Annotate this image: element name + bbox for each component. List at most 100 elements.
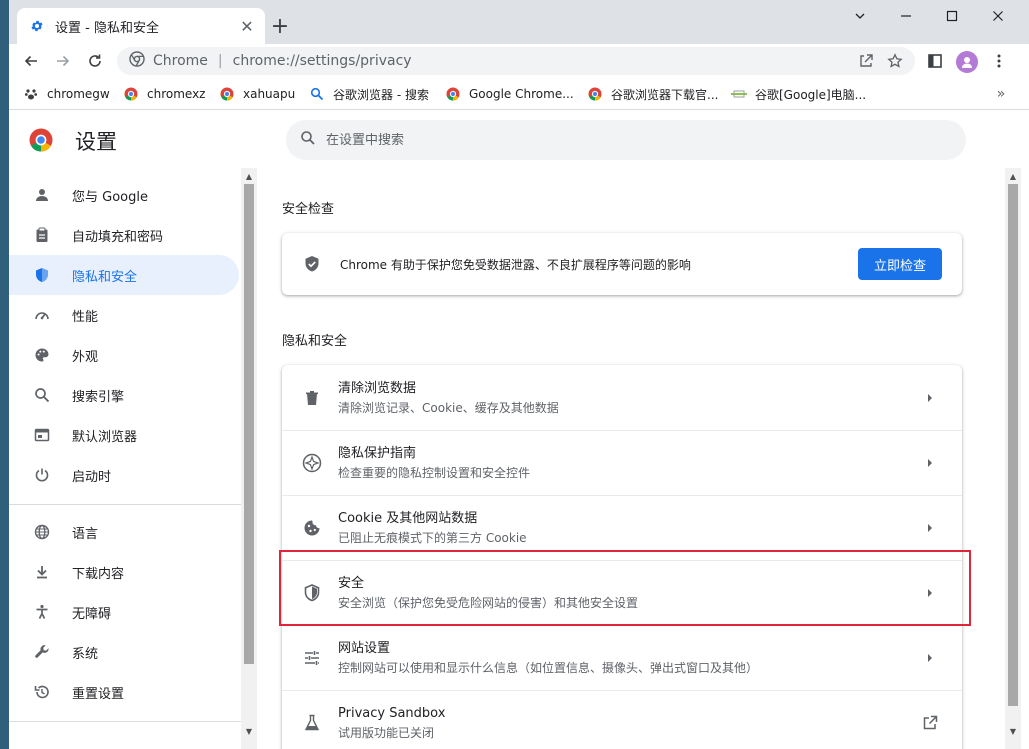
- sidebar-item-label: 您与 Google: [72, 189, 148, 205]
- address-bar[interactable]: Chrome | chrome://settings/privacy: [117, 47, 915, 75]
- settings-search[interactable]: [286, 120, 966, 160]
- search-input[interactable]: [326, 132, 926, 148]
- chevron-right-icon: [918, 646, 942, 670]
- sidebar-item-label: 系统: [72, 646, 99, 662]
- privacy-card: 清除浏览数据 清除浏览记录、Cookie、缓存及其他数据 隐私保护指南 检查重要…: [282, 365, 962, 749]
- reload-icon[interactable]: [81, 47, 109, 75]
- page-title: 设置: [75, 130, 117, 154]
- url-text: chrome://settings/privacy: [232, 53, 412, 69]
- bookmark-google-pc[interactable]: 谷歌[Google]电脑...: [731, 84, 866, 104]
- more-menu-icon[interactable]: [985, 47, 1013, 75]
- power-icon: [33, 466, 51, 484]
- main-scroll-thumb[interactable]: [1008, 184, 1018, 706]
- chevron-down-icon[interactable]: [837, 0, 883, 32]
- sidebar-item-reset[interactable]: 重置设置: [9, 672, 239, 712]
- sidebar-item-you-and-google[interactable]: 您与 Google: [9, 175, 239, 215]
- sidebar-item-languages[interactable]: 语言: [9, 512, 239, 552]
- row-subtitle: 已阻止无痕模式下的第三方 Cookie: [338, 531, 527, 545]
- sidebar-divider: [9, 504, 241, 505]
- row-privacy-sandbox[interactable]: Privacy Sandbox 试用版功能已关闭: [282, 690, 962, 749]
- scroll-up-icon[interactable]: ▲: [245, 172, 253, 181]
- bookmark-chromexz[interactable]: chromexz: [123, 84, 205, 104]
- gauge-icon: [33, 306, 51, 324]
- flask-icon: [302, 713, 322, 733]
- scroll-up-icon[interactable]: ▲: [1009, 172, 1017, 181]
- back-arrow-icon[interactable]: [17, 47, 45, 75]
- sidebar-item-label: 语言: [72, 526, 99, 542]
- external-link-icon[interactable]: [918, 711, 942, 735]
- safety-check-text: Chrome 有助于保护您免受数据泄露、不良扩展程序等问题的影响: [340, 257, 691, 272]
- search-icon: [33, 386, 51, 404]
- row-title: 清除浏览数据: [338, 380, 417, 396]
- sidebar-item-performance[interactable]: 性能: [9, 295, 239, 335]
- bookmark-download[interactable]: 谷歌浏览器下载官...: [587, 84, 718, 104]
- toolbar: Chrome | chrome://settings/privacy: [9, 44, 1029, 78]
- chevron-right-icon: [918, 516, 942, 540]
- row-clear-browsing-data[interactable]: 清除浏览数据 清除浏览记录、Cookie、缓存及其他数据: [282, 365, 962, 430]
- clipboard-icon: [33, 226, 51, 244]
- forward-arrow-icon[interactable]: [49, 47, 77, 75]
- sidebar-item-downloads[interactable]: 下载内容: [9, 552, 239, 592]
- row-security[interactable]: 安全 安全浏览（保护您免受危险网站的侵害）和其他安全设置: [282, 560, 962, 625]
- close-icon[interactable]: ✕: [235, 14, 259, 38]
- maximize-icon[interactable]: [929, 0, 975, 32]
- sidebar-item-system[interactable]: 系统: [9, 632, 239, 672]
- row-subtitle: 试用版功能已关闭: [338, 726, 435, 740]
- sidebar-item-on-startup[interactable]: 启动时: [9, 455, 239, 495]
- new-tab-button[interactable]: +: [267, 13, 293, 39]
- bar-icon: [731, 86, 747, 102]
- avatar[interactable]: [956, 51, 978, 73]
- privacy-section-title: 隐私和安全: [282, 334, 348, 349]
- scroll-down-icon[interactable]: ▼: [245, 727, 253, 736]
- row-subtitle: 控制网站可以使用和显示什么信息（如位置信息、摄像头、弹出式窗口及其他）: [338, 661, 759, 675]
- check-now-button[interactable]: 立即检查: [858, 248, 942, 280]
- share-icon[interactable]: [852, 47, 880, 75]
- bookmark-search[interactable]: 谷歌浏览器 - 搜索: [309, 84, 429, 104]
- row-title: Privacy Sandbox: [338, 706, 446, 721]
- accessibility-icon: [33, 603, 51, 621]
- bookmark-label: xahuapu: [243, 87, 296, 101]
- bookmark-xahuapu[interactable]: xahuapu: [219, 84, 295, 104]
- sidebar-scrollbar[interactable]: ▲ ▼: [241, 168, 257, 749]
- sidebar-scroll-thumb[interactable]: [244, 184, 254, 664]
- row-title: 隐私保护指南: [338, 446, 417, 461]
- sidebar-item-label: 下载内容: [72, 566, 125, 582]
- bookmarks-bar: chromegw chromexz xahuapu 谷歌浏览器 - 搜索 Goo…: [9, 78, 1029, 110]
- bookmarks-overflow-button[interactable]: »: [991, 84, 1011, 104]
- sidebar-item-label: 重置设置: [72, 686, 125, 702]
- row-privacy-guide[interactable]: 隐私保护指南 检查重要的隐私控制设置和安全控件: [282, 430, 962, 495]
- sidebar-item-autofill[interactable]: 自动填充和密码: [9, 215, 239, 255]
- bookmark-google-chrome[interactable]: Google Chrome...: [445, 84, 574, 104]
- star-icon[interactable]: [881, 47, 909, 75]
- tab-settings[interactable]: 设置 - 隐私和安全 ✕: [17, 8, 265, 44]
- shield-icon: [33, 266, 51, 284]
- chevron-right-icon: [918, 386, 942, 410]
- sidebar-item-label: 无障碍: [72, 606, 112, 622]
- chevron-right-icon: [918, 581, 942, 605]
- sidebar-item-appearance[interactable]: 外观: [9, 335, 239, 375]
- chevron-right-icon: [918, 451, 942, 475]
- row-cookies[interactable]: Cookie 及其他网站数据 已阻止无痕模式下的第三方 Cookie: [282, 495, 962, 560]
- minimize-icon[interactable]: [883, 0, 929, 32]
- person-icon: [33, 186, 51, 204]
- wrench-icon: [33, 643, 51, 661]
- row-site-settings[interactable]: 网站设置 控制网站可以使用和显示什么信息（如位置信息、摄像头、弹出式窗口及其他）: [282, 625, 962, 690]
- sidebar-item-label: 性能: [72, 309, 99, 325]
- row-title: 网站设置: [338, 641, 391, 656]
- scroll-down-icon[interactable]: ▼: [1009, 727, 1017, 736]
- sidebar-item-default-browser[interactable]: 默认浏览器: [9, 415, 239, 455]
- main-scrollbar[interactable]: ▲ ▼: [1005, 168, 1021, 749]
- gear-icon: [29, 18, 45, 34]
- sidebar-item-privacy[interactable]: 隐私和安全: [9, 255, 239, 295]
- sidebar-item-accessibility[interactable]: 无障碍: [9, 592, 239, 632]
- shield-check-icon: [302, 254, 322, 274]
- chrome-icon: [445, 86, 461, 102]
- bookmark-label: Google Chrome...: [469, 87, 574, 101]
- safety-check-title: 安全检查: [282, 202, 335, 217]
- bookmark-chromegw[interactable]: chromegw: [23, 84, 110, 104]
- side-panel-icon[interactable]: [921, 47, 949, 75]
- sidebar-item-label: 启动时: [72, 469, 112, 485]
- sidebar-item-search-engine[interactable]: 搜索引擎: [9, 375, 239, 415]
- window-close-icon[interactable]: [975, 0, 1021, 32]
- paw-icon: [23, 86, 39, 102]
